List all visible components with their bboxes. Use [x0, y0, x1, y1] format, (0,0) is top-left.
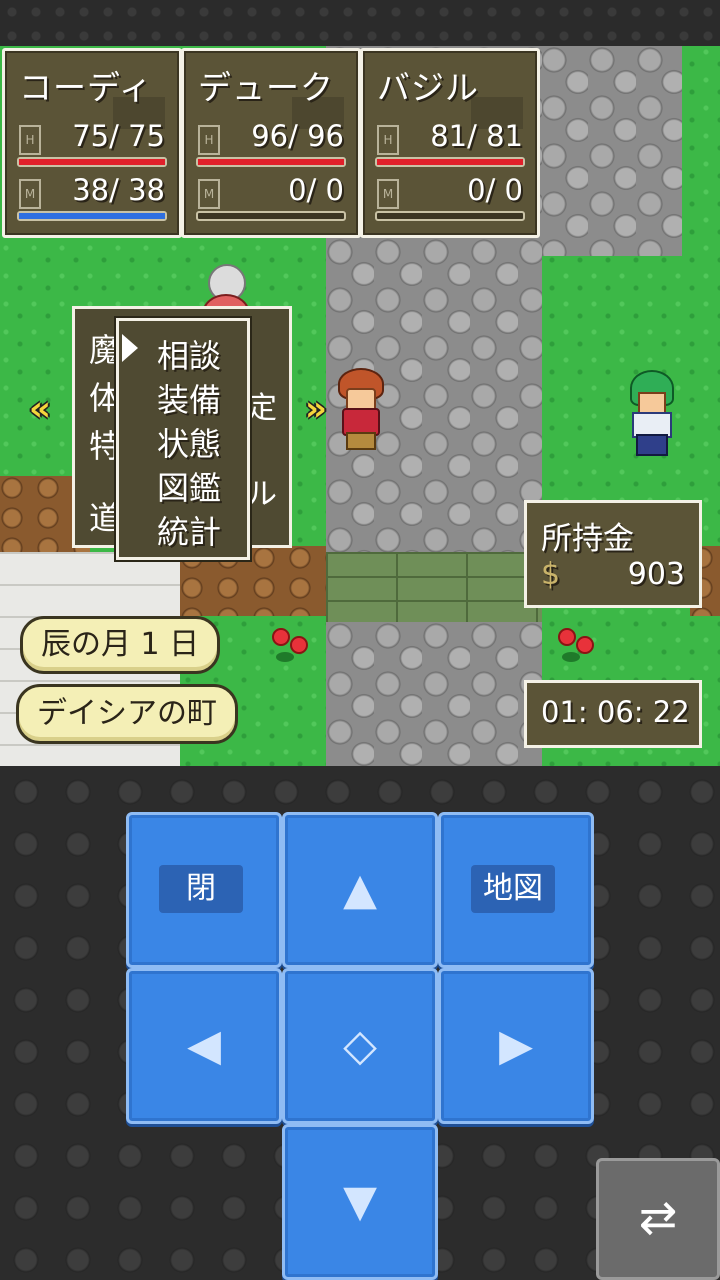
map-button[interactable]: 地図	[438, 812, 594, 968]
dpad-left-button[interactable]: ◀	[126, 968, 282, 1124]
dpad-up-button[interactable]: ▲	[282, 812, 438, 968]
mp-label-icon: M	[198, 179, 220, 209]
hp-value: 75/ 75	[72, 119, 165, 153]
next-page-chevron-icon[interactable]: »	[298, 392, 334, 426]
mp-value: 38/ 38	[72, 173, 165, 207]
menu-item-equip[interactable]: 装備	[157, 375, 221, 421]
dpad-right-button[interactable]: ▶	[438, 968, 594, 1124]
action-button[interactable]: ◇	[282, 968, 438, 1124]
close-label: 閉	[159, 865, 243, 913]
date-label: 辰の月 1 日	[20, 616, 221, 674]
hero-sprite[interactable]	[332, 368, 388, 450]
party-member-card[interactable]: バジル H 81/ 81 M 0/ 0	[360, 48, 540, 238]
flower-decoration	[266, 626, 310, 666]
dpad-down-button[interactable]: ▼	[282, 1124, 438, 1280]
money-amount: 903	[627, 557, 685, 592]
hp-label-icon: H	[377, 125, 399, 155]
hp-bar	[17, 157, 167, 167]
swap-arrows-icon: ⇄	[638, 1190, 678, 1244]
arrow-left-icon: ◀	[187, 1020, 221, 1071]
hp-label-icon: H	[198, 125, 220, 155]
mp-bar	[196, 211, 346, 221]
stone-road-upper	[540, 46, 682, 256]
npc-villager-sprite[interactable]	[624, 370, 678, 456]
hp-bar	[196, 157, 346, 167]
member-name: デューク	[198, 68, 334, 107]
mp-bar	[375, 211, 525, 221]
close-button[interactable]: 閉	[126, 812, 282, 968]
mp-label-icon: M	[377, 179, 399, 209]
menu-item-stats[interactable]: 統計	[157, 507, 221, 553]
hp-value: 96/ 96	[251, 119, 344, 153]
mp-value: 0/ 0	[288, 173, 344, 207]
swap-layout-button[interactable]: ⇄	[596, 1158, 720, 1280]
menu-cursor-icon	[122, 334, 138, 362]
menu-item-consult[interactable]: 相談	[157, 331, 221, 377]
play-time-box: 01: 06: 22	[524, 680, 702, 748]
flower-decoration	[552, 626, 596, 666]
party-member-card[interactable]: デューク H 96/ 96 M 0/ 0	[181, 48, 361, 238]
member-name: コーディ	[19, 68, 153, 107]
party-member-card[interactable]: コーディ H 75/ 75 M 38/ 38	[2, 48, 182, 238]
menu-fragment-right[interactable]: 定	[247, 383, 277, 427]
money-label: 所持金	[541, 521, 634, 557]
hp-value: 81/ 81	[430, 119, 523, 153]
menu-item-status[interactable]: 状態	[157, 419, 221, 465]
arrow-right-icon: ▶	[499, 1020, 533, 1071]
arrow-up-icon: ▲	[343, 864, 377, 915]
prev-page-chevron-icon[interactable]: «	[22, 392, 58, 426]
currency-icon: $	[541, 557, 561, 592]
arrow-down-icon: ▼	[343, 1176, 377, 1227]
play-time: 01: 06: 22	[541, 695, 690, 729]
hp-bar	[375, 157, 525, 167]
money-box: 所持金 $ 903	[524, 500, 702, 608]
menu-item-bestiary[interactable]: 図鑑	[157, 463, 221, 509]
mp-label-icon: M	[19, 179, 41, 209]
mp-bar	[17, 211, 167, 221]
hp-label-icon: H	[19, 125, 41, 155]
action-diamond-icon: ◇	[343, 1020, 377, 1071]
menu-fragment-right[interactable]: ル	[247, 469, 277, 513]
top-decor-strip	[0, 0, 720, 46]
location-label: デイシアの町	[16, 684, 238, 744]
mp-value: 0/ 0	[467, 173, 523, 207]
member-name: バジル	[377, 68, 479, 107]
map-label: 地図	[471, 865, 555, 913]
brick-steps	[326, 552, 542, 622]
